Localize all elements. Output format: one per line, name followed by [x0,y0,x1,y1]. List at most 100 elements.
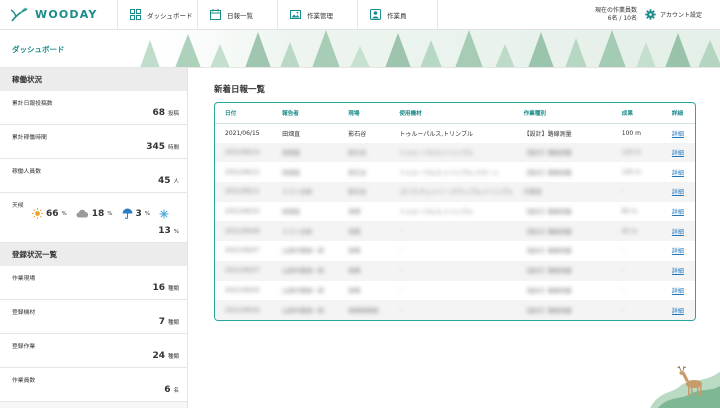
snowflake-icon [159,209,169,218]
logo-text: WOODAY [35,8,98,21]
cell-equipment: トゥルーパルス,トリンブル [399,130,473,138]
table-row: 2021/06/12 田畑直 影石谷 トゥルーパルス,トリンブル,ドローン 【設計】路線… [215,162,695,182]
top-nav-bar: WOODAY ダッシュボード 日報一覧 作業管理 作業員 現在の作業員数 6名 … [0,0,720,30]
cell-date: 2021/06/09 [215,221,273,242]
dashboard-icon [130,9,141,20]
reports-panel: 日付 報告者 現場 使用機材 作業種別 成果 詳細 2021/06/15 田畑直影… [214,102,696,321]
cell-reporter: テスト太郎 [272,182,339,202]
account-settings-button[interactable]: アカウント設定 [645,9,702,20]
cell-result: - [621,247,624,255]
detail-link[interactable]: 詳細 [662,281,695,301]
table-row: 2021/06/11 テスト太郎 影石谷 ゴリラ,チェンソー,グラップル,トリンブル作… [215,182,695,202]
reports-table: 日付 報告者 現場 使用機材 作業種別 成果 詳細 2021/06/15 田畑直影… [215,103,695,320]
worker-count-value: 6名 / 10名 [607,14,637,22]
cell-site: 現場 [348,209,361,217]
cell-date: 2021/06/11 [215,182,273,202]
col-site: 現場 [338,103,390,124]
detail-link[interactable]: 詳細 [661,221,695,242]
stat-label: 累計稼働時間 [12,135,47,141]
weather-label: 天候 [12,203,24,209]
forest-banner: ダッシュボード [0,30,720,68]
stat-active-workers: 稼働人員数 45 人 [0,159,187,193]
nav-workers-label: 作業員 [387,11,407,20]
cell-equipment: - [389,221,514,242]
cloudy-value: 18 [91,208,105,219]
cell-work: 【設計】路線測量 [513,142,612,163]
detail-link[interactable]: 詳細 [661,182,695,202]
current-worker-count: 現在の作業員数 6名 / 10名 [595,7,637,23]
stat-value: 16 種類 [152,283,179,293]
nav-work-management[interactable]: 作業管理 [278,0,358,29]
col-result: 成果 [611,103,662,124]
logo[interactable]: WOODAY [0,0,118,29]
cell-site: 現場現場現 [338,300,390,320]
nav-daily-reports-label: 日報一覧 [227,11,253,20]
reg-workers: 作業員数 6名 [0,368,187,402]
col-detail: 詳細 [661,103,695,124]
reg-work-types: 登録作業 24 種類 [0,334,187,368]
stat-label: 作業現場 [12,276,36,282]
cell-result: - [621,286,624,294]
cell-reporter: 山田作業員一郎 [282,287,325,295]
cell-reporter: 田畑直 [282,209,301,217]
cell-date: 2021/06/05 [225,286,260,294]
stat-label: 作業員数 [12,378,36,384]
deer-icon [650,365,720,408]
cell-equipment: トゥルーパルス,トリンブル [389,142,514,163]
stat-value: 7 種類 [158,317,179,327]
cell-reporter: 田畑直 [282,130,301,138]
table-row: 2021/06/09 テスト太郎 現場 - 【設計】路線測量 40 m 詳細 [215,221,695,242]
person-icon [370,9,381,20]
cell-result: 120 m [611,142,662,163]
cell-site: 影石谷 [338,142,390,163]
sun-icon [32,208,43,219]
cell-reporter: 田畑直 [282,169,301,177]
cell-site: 現場 [338,260,390,281]
cell-work: 【設計】路線測量 [523,209,572,217]
reg-work-sites: 作業現場 16 種類 [0,266,187,300]
detail-link[interactable]: 詳細 [662,202,695,222]
detail-link[interactable]: 詳細 [661,300,695,320]
cell-result: - [611,300,662,320]
account-settings-label: アカウント設定 [659,12,702,19]
cell-reporter: テスト太郎 [272,221,339,242]
detail-link[interactable]: 詳細 [662,162,695,182]
registration-status-heading: 登録状況一覧 [0,243,187,266]
cell-date: 2021/06/15 [225,129,260,137]
nav-workers[interactable]: 作業員 [358,0,438,29]
cell-work: 【設計】路線測量 [513,260,612,281]
cell-reporter: 山田作業員一郎 [282,248,325,256]
cell-result: 100 m [621,168,641,176]
operation-status-heading: 稼働状況 [0,68,187,91]
stat-value: 45 人 [157,176,179,186]
stat-total-reports: 累計日報投稿数 68 投稿 [0,91,187,125]
cell-site: 現場 [348,248,361,256]
weather-stats: 天候 66% 18% 3% 13 % [0,193,187,243]
cell-work: 【設計】路線測量 [523,287,572,295]
cell-equipment: - [399,286,402,294]
cell-site: 影石谷 [338,182,390,202]
cell-result: 40 m [611,221,662,242]
detail-link[interactable]: 詳細 [661,142,695,163]
nav-dashboard[interactable]: ダッシュボード [118,0,198,29]
cell-result: 100 m [621,129,641,137]
cell-result: - [611,260,662,281]
stat-value: 24 種類 [152,351,179,361]
cell-work: 【設計】路線測量 [513,300,612,320]
sunny-value: 66 [46,208,59,219]
cell-equipment: - [399,247,402,255]
worker-count-label: 現在の作業員数 [594,6,637,14]
detail-link[interactable]: 詳細 [662,241,695,261]
reg-equipment: 登録機材 7 種類 [0,300,187,334]
nav-daily-reports[interactable]: 日報一覧 [198,0,278,29]
detail-link[interactable]: 詳細 [662,123,695,143]
table-row: 2021/06/07 山田作業員一郎 現場 - 【設計】路線測量 - 詳細 [215,260,695,281]
cell-date: 2021/06/04 [215,300,273,320]
cell-date: 2021/06/07 [215,260,273,281]
cell-result: - [611,182,662,202]
cell-work: 【設計】路線測量 [523,130,572,138]
col-equipment: 使用機材 [389,103,514,124]
cell-date: 2021/06/14 [215,142,273,163]
detail-link[interactable]: 詳細 [661,260,695,281]
stat-label: 累計日報投稿数 [12,101,53,107]
